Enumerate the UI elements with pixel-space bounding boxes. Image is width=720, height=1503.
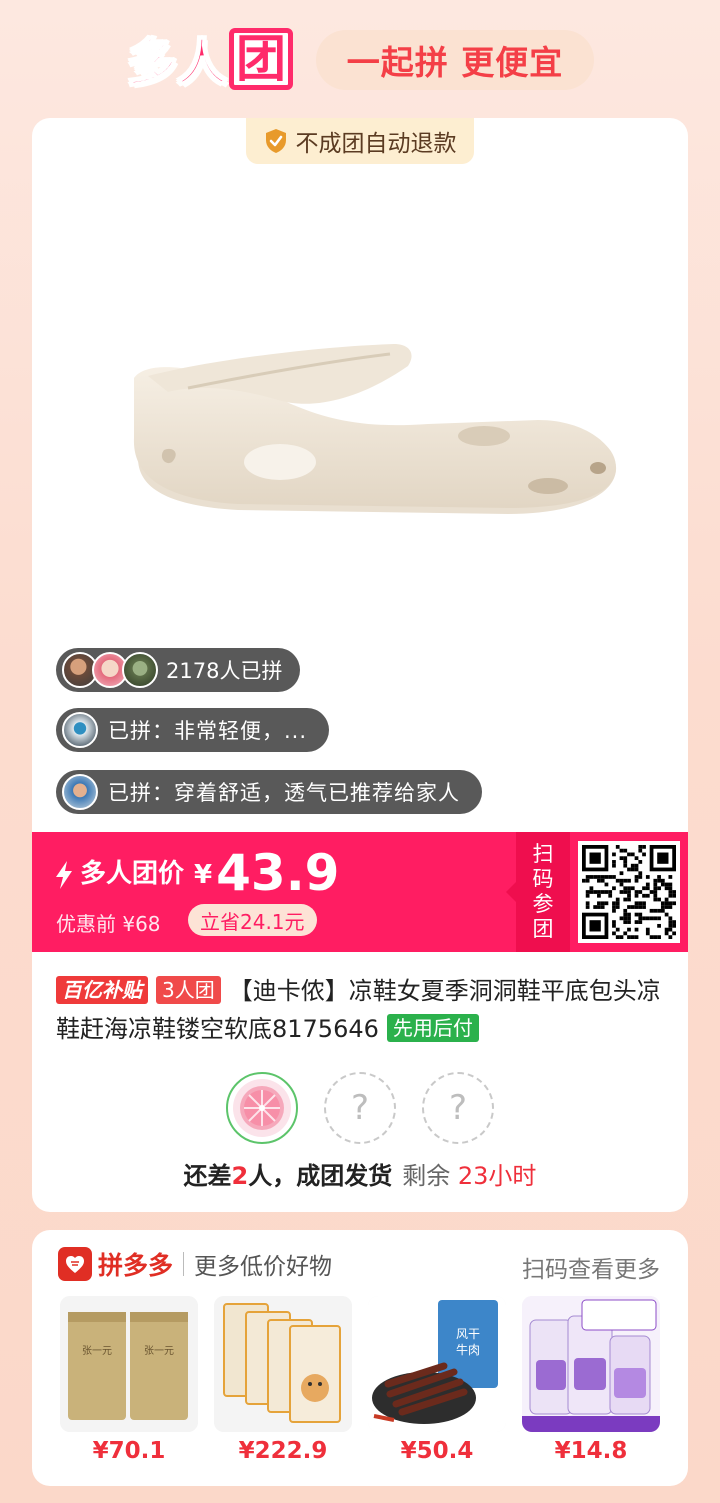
empty-group-slot[interactable]: ? (422, 1072, 494, 1144)
product-thumbnail (522, 1296, 660, 1432)
scan-label-char: 扫 (532, 842, 554, 866)
recommended-product[interactable]: ¥14.8 (522, 1296, 660, 1464)
group-member-avatar (226, 1072, 298, 1144)
pinduoduo-logo-icon (58, 1247, 92, 1281)
qr-code-icon (582, 845, 676, 939)
savings-badge: 立省24.1元 (188, 904, 317, 936)
avatar (122, 652, 158, 688)
recommended-product[interactable]: ¥222.9 (214, 1296, 352, 1464)
slogan: 一起拼 更便宜 (316, 30, 594, 90)
product-price: ¥14.8 (554, 1438, 628, 1464)
group-size-tag: 3人团 (156, 976, 221, 1004)
scan-label-char: 码 (532, 867, 554, 891)
product-thumbnail (214, 1296, 352, 1432)
brand-name: 拼多多 (98, 1251, 174, 1280)
product-thumbnail: 风干 牛肉 (368, 1296, 506, 1432)
group-price: 多人团价 ¥ 43.9 (54, 846, 339, 900)
product-thumbnail: 张一元 张一元 (60, 1296, 198, 1432)
divider (183, 1252, 185, 1276)
status-count: 2 (231, 1162, 249, 1190)
avatar (62, 774, 98, 810)
buyers-count-text: 2178人已拼 (166, 659, 283, 683)
recommendations-subtitle: 更多低价好物 (194, 1254, 333, 1280)
scan-to-join-label[interactable]: 扫 码 参 团 (506, 832, 570, 952)
status-suffix: 人，成团发货 (248, 1162, 393, 1190)
product-price: ¥70.1 (92, 1438, 166, 1464)
price-bar: 多人团价 ¥ 43.9 优惠前 ¥68 立省24.1元 扫 码 参 团 (32, 832, 688, 952)
logo-text-main: 多人 (126, 33, 228, 93)
recommendations-header: 拼多多 更多低价好物 (58, 1244, 332, 1284)
product-price: ¥50.4 (400, 1438, 474, 1464)
review-pill: 已拼：穿着舒适，透气已推荐给家人 (56, 770, 482, 814)
recommendations-card: 拼多多 更多低价好物 扫码查看更多 张一元 张一元 ¥70.1 ¥222.9 风… (32, 1230, 688, 1486)
qr-code[interactable] (570, 832, 688, 952)
group-price-label: 多人团价 (80, 859, 185, 889)
subsidy-tag: 百亿补贴 (56, 976, 148, 1004)
scan-more-link[interactable]: 扫码查看更多 (522, 1250, 660, 1284)
recommended-product[interactable]: 风干 牛肉 ¥50.4 (368, 1296, 506, 1464)
scan-label-char: 参 (532, 892, 554, 916)
pay-later-tag: 先用后付 (386, 1014, 479, 1042)
svg-text:张一元: 张一元 (144, 1345, 174, 1357)
product-image[interactable] (128, 338, 624, 528)
currency-symbol: ¥ (194, 860, 213, 890)
product-title-block: 百亿补贴 3人团 【迪卡侬】凉鞋女夏季洞洞鞋平底包头凉鞋赶海凉鞋镂空软底817564… (56, 972, 666, 1048)
status-prefix: 还差 (183, 1162, 232, 1190)
refund-guarantee-badge: 不成团自动退款 (246, 118, 474, 164)
svg-text:风干: 风干 (456, 1327, 480, 1341)
shield-check-icon (265, 129, 286, 153)
buyers-count-pill: 2178人已拼 (56, 648, 301, 692)
remaining-time: 23小时 (457, 1162, 537, 1190)
svg-text:张一元: 张一元 (82, 1345, 112, 1357)
multi-group-logo: 多人团 (120, 26, 300, 93)
grapefruit-avatar-icon (233, 1079, 291, 1137)
group-status: 还差2人，成团发货 剩余 23小时 (32, 1156, 688, 1191)
review-text: 已拼：非常轻便，... (108, 719, 308, 743)
review-pill: 已拼：非常轻便，... (56, 708, 330, 752)
original-price: 优惠前 ¥68 (56, 912, 161, 936)
lightning-icon (56, 861, 72, 889)
header: 多人团 一起拼 更便宜 (0, 0, 720, 118)
empty-group-slot[interactable]: ? (324, 1072, 396, 1144)
svg-text:牛肉: 牛肉 (456, 1342, 480, 1357)
remaining-label: 剩余 (402, 1162, 451, 1190)
product-price: ¥222.9 (238, 1438, 328, 1464)
guarantee-text: 不成团自动退款 (295, 131, 457, 157)
recommended-product[interactable]: 张一元 张一元 ¥70.1 (60, 1296, 198, 1464)
price-amount: 43.9 (216, 844, 340, 902)
avatar (62, 712, 98, 748)
review-text: 已拼：穿着舒适，透气已推荐给家人 (108, 781, 460, 805)
product-card: 不成团自动退款 2178人已拼 已拼：非常轻便，... 已拼：穿着舒适，透气已推… (32, 118, 688, 1212)
scan-label-char: 团 (532, 917, 554, 941)
logo-text-last: 团 (229, 28, 293, 90)
